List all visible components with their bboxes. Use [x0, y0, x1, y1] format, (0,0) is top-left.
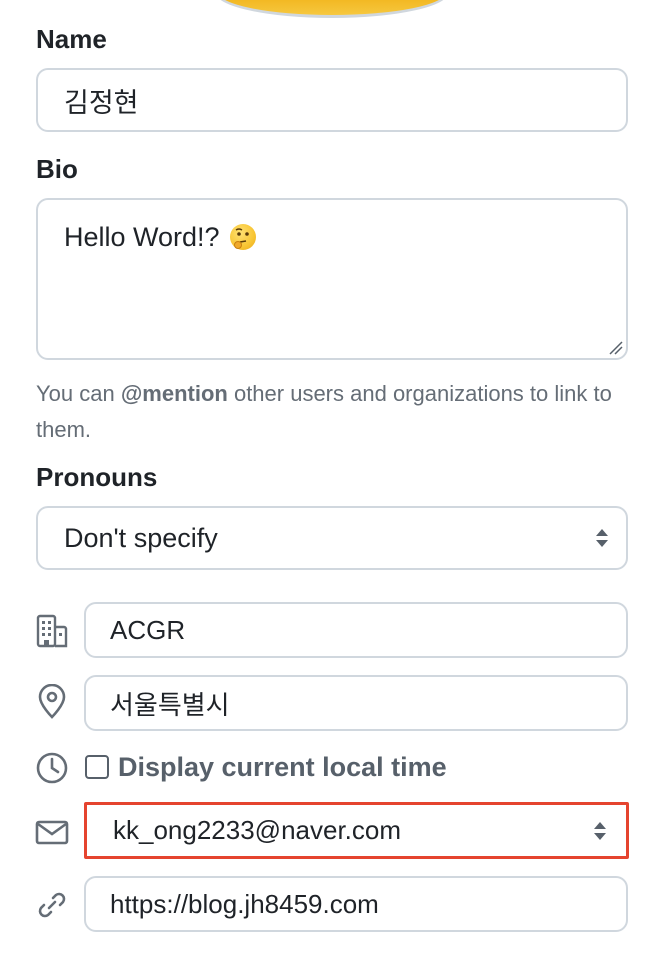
email-selected-value: kk_ong2233@naver.com [113, 815, 402, 845]
local-time-checkbox[interactable] [85, 755, 109, 779]
pronouns-select[interactable]: Don't specify [36, 506, 628, 570]
bio-textarea[interactable]: Hello Word!? [36, 198, 628, 360]
bio-help-text: You can @mention other users and organiz… [36, 381, 612, 442]
clock-icon [36, 752, 68, 784]
bio-text: Hello Word!? [64, 222, 256, 253]
location-value: 서울특별시 [110, 689, 230, 720]
select-arrows-icon [596, 529, 608, 547]
bio-label: Bio [36, 154, 78, 184]
resize-handle-icon[interactable] [607, 339, 623, 355]
thinking-face-emoji [229, 224, 256, 250]
mention-keyword: @mention [120, 381, 228, 406]
location-pin-icon [38, 684, 66, 719]
name-input[interactable]: 김정현 [36, 68, 628, 132]
email-select[interactable]: kk_ong2233@naver.com [89, 807, 624, 854]
avatar [215, 0, 449, 18]
link-icon [38, 892, 66, 918]
name-input-value: 김정현 [64, 87, 139, 118]
website-value: https://blog.jh8459.com [110, 888, 379, 919]
company-value: ACGR [110, 614, 186, 645]
select-arrows-icon [594, 821, 606, 840]
company-input[interactable]: ACGR [84, 602, 628, 658]
pronouns-label: Pronouns [36, 462, 158, 492]
website-input[interactable]: https://blog.jh8459.com [84, 876, 628, 932]
mail-icon [35, 820, 69, 845]
building-icon [36, 614, 68, 648]
location-input[interactable]: 서울특별시 [84, 675, 628, 731]
pronouns-selected-value: Don't specify [64, 522, 218, 553]
local-time-label[interactable]: Display current local time [118, 750, 447, 784]
name-label: Name [36, 24, 107, 54]
